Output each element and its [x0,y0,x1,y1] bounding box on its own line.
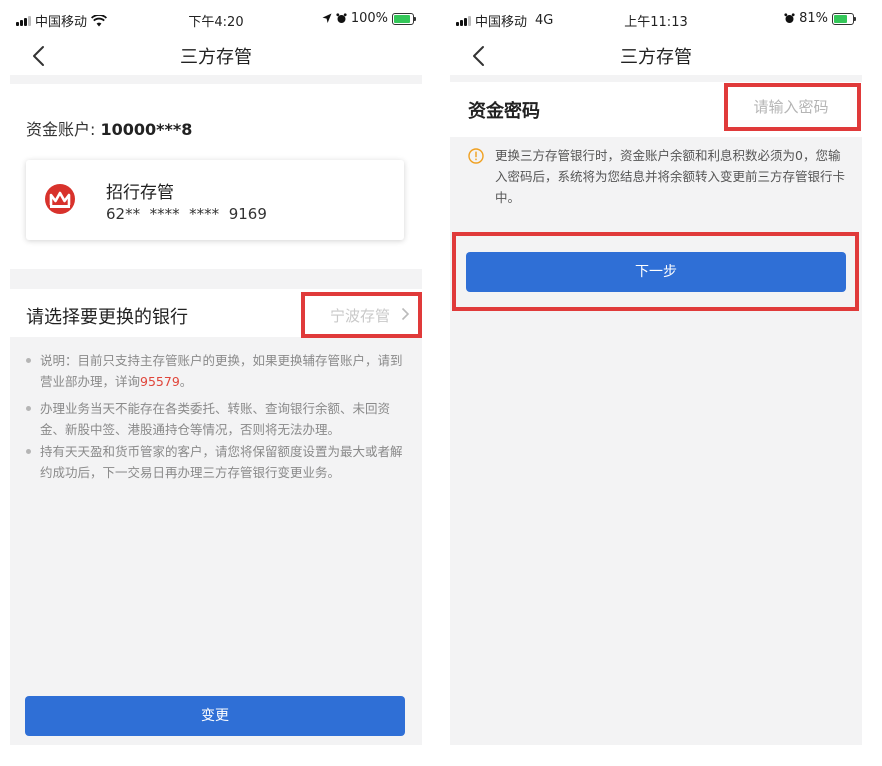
account-number: 10000***8 [100,120,193,139]
bank-card[interactable]: 招行存管 62** **** **** 9169 [26,160,404,240]
status-bar: 中国移动 4G 上午11:13 81% [450,0,862,38]
bank-select-label: 请选择要更换的银行 [26,307,188,328]
bullet-dot-icon [26,358,31,363]
bank-card-number: 62** **** **** 9169 [106,205,267,223]
highlight-box [724,83,861,131]
warning-text: 更换三方存管银行时，资金账户余额和利息积数必须为0，您输入密码后，系统将为您结息… [495,148,846,205]
alarm-clock-icon [336,13,347,23]
note-item: 办理业务当天不能存在各类委托、转账、查询银行余额、未回资金、新股中签、港股通持仓… [26,398,404,440]
account-label: 资金账户: [26,120,101,139]
page-title: 三方存管 [180,47,252,68]
bullet-dot-icon [26,449,31,454]
battery-icon [392,12,416,25]
left-phone-screen: 中国移动 下午4:20 100% 三方存管 资金账户: 10000***8 招行… [10,0,422,745]
note-item: 说明：目前只支持主存管账户的更换，如果更换辅存管账户，请到营业部办理，详询955… [26,350,404,392]
nav-bar: 三方存管 [10,38,422,75]
battery-percent: 81% [799,11,828,26]
highlight-box [452,232,859,311]
warning-notice: 更换三方存管银行时，资金账户余额和利息积数必须为0，您输入密码后，系统将为您结息… [468,145,850,208]
password-label: 资金密码 [468,101,540,122]
warning-icon [468,148,484,164]
highlight-box [301,292,422,338]
alarm-clock-icon [784,13,795,23]
nav-bar: 三方存管 [450,38,862,75]
support-phone-link[interactable]: 95579 [140,374,180,389]
battery-icon [832,12,856,25]
account-row: 资金账户: 10000***8 [26,116,192,140]
location-arrow-icon [322,13,332,23]
status-bar: 中国移动 下午4:20 100% [10,0,422,38]
bullet-dot-icon [26,406,31,411]
page-title: 三方存管 [620,47,692,68]
account-section: 资金账户: 10000***8 招行存管 62** **** **** 9169 [10,84,422,269]
note-item: 持有天天盈和货币管家的客户，请您将保留额度设置为最大或者解约成功后，下一交易日再… [26,441,404,483]
cmb-bank-logo-icon [45,184,75,214]
bank-name: 招行存管 [106,183,174,203]
battery-percent: 100% [350,11,388,26]
change-button[interactable]: 变更 [25,696,405,736]
